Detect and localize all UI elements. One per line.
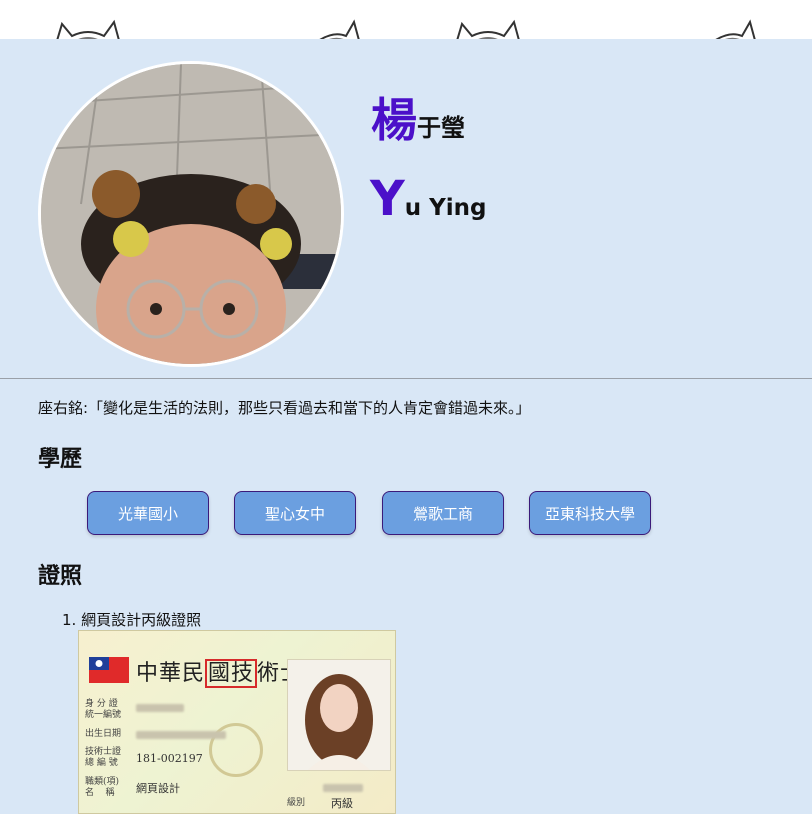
name-english: Yu Ying [370, 171, 487, 227]
cert-level: 丙級 [331, 797, 353, 810]
school-button-4[interactable]: 亞東科技大學 [529, 491, 651, 535]
certificate-label: 網頁設計丙級證照 [81, 611, 202, 629]
name-chinese: 楊于瑩 [371, 84, 465, 150]
motto-text: 座右銘:「變化是生活的法則，那些只看過去和當下的人肯定會錯過未來。」 [38, 399, 531, 417]
field-id-label: 身 分 證 統一編號 [85, 699, 122, 720]
name-chinese-initial: 楊 [371, 93, 417, 147]
blurred-birthdate [136, 731, 226, 739]
field-birth-label: 出生日期 [85, 729, 122, 739]
cat-ears-icon [456, 19, 520, 39]
name-english-rest: u Ying [404, 195, 487, 221]
school-button-3[interactable]: 鶯歌工商 [382, 491, 504, 535]
cert-category: 網頁設計 [136, 782, 180, 795]
certificate-heading-part1: 中華民 [136, 661, 206, 686]
taiwan-flag-icon [89, 657, 129, 683]
cert-number: 181-002197 [136, 752, 203, 765]
certificate-portrait [287, 659, 391, 771]
name-english-initial: Y [370, 171, 405, 227]
avatar [38, 61, 344, 367]
certificate-image: 中華民國技術士證 身 分 證 統一編號 出生日期 技術士證 總 編 號 181-… [78, 630, 396, 814]
cat-ears-icon [319, 19, 360, 39]
school-button-2[interactable]: 聖心女中 [234, 491, 356, 535]
avatar-photo [41, 64, 341, 364]
certificates-title: 證照 [38, 564, 83, 589]
blurred-name [323, 784, 363, 792]
cat-ears-icon [56, 19, 120, 39]
school-button-1[interactable]: 光華國小 [87, 491, 209, 535]
profile-header: 楊于瑩 Yu Ying [0, 39, 812, 379]
blurred-id [136, 704, 184, 712]
certificate-list-item: 1. 網頁設計丙級證照 [62, 609, 201, 630]
field-category-label: 職類(項) 名 稱 [85, 777, 120, 798]
education-title: 學歷 [38, 447, 83, 472]
name-chinese-rest: 于瑩 [417, 114, 465, 142]
certificate-number: 1. [62, 611, 77, 629]
cat-ears-icon [715, 19, 756, 39]
certificate-heading-boxed: 國技 [205, 659, 258, 688]
field-level-label: 級別 [287, 798, 306, 808]
field-cert-no-label: 技術士證 總 編 號 [85, 747, 122, 768]
portrait-photo [288, 660, 390, 770]
decorative-banner [0, 0, 812, 39]
